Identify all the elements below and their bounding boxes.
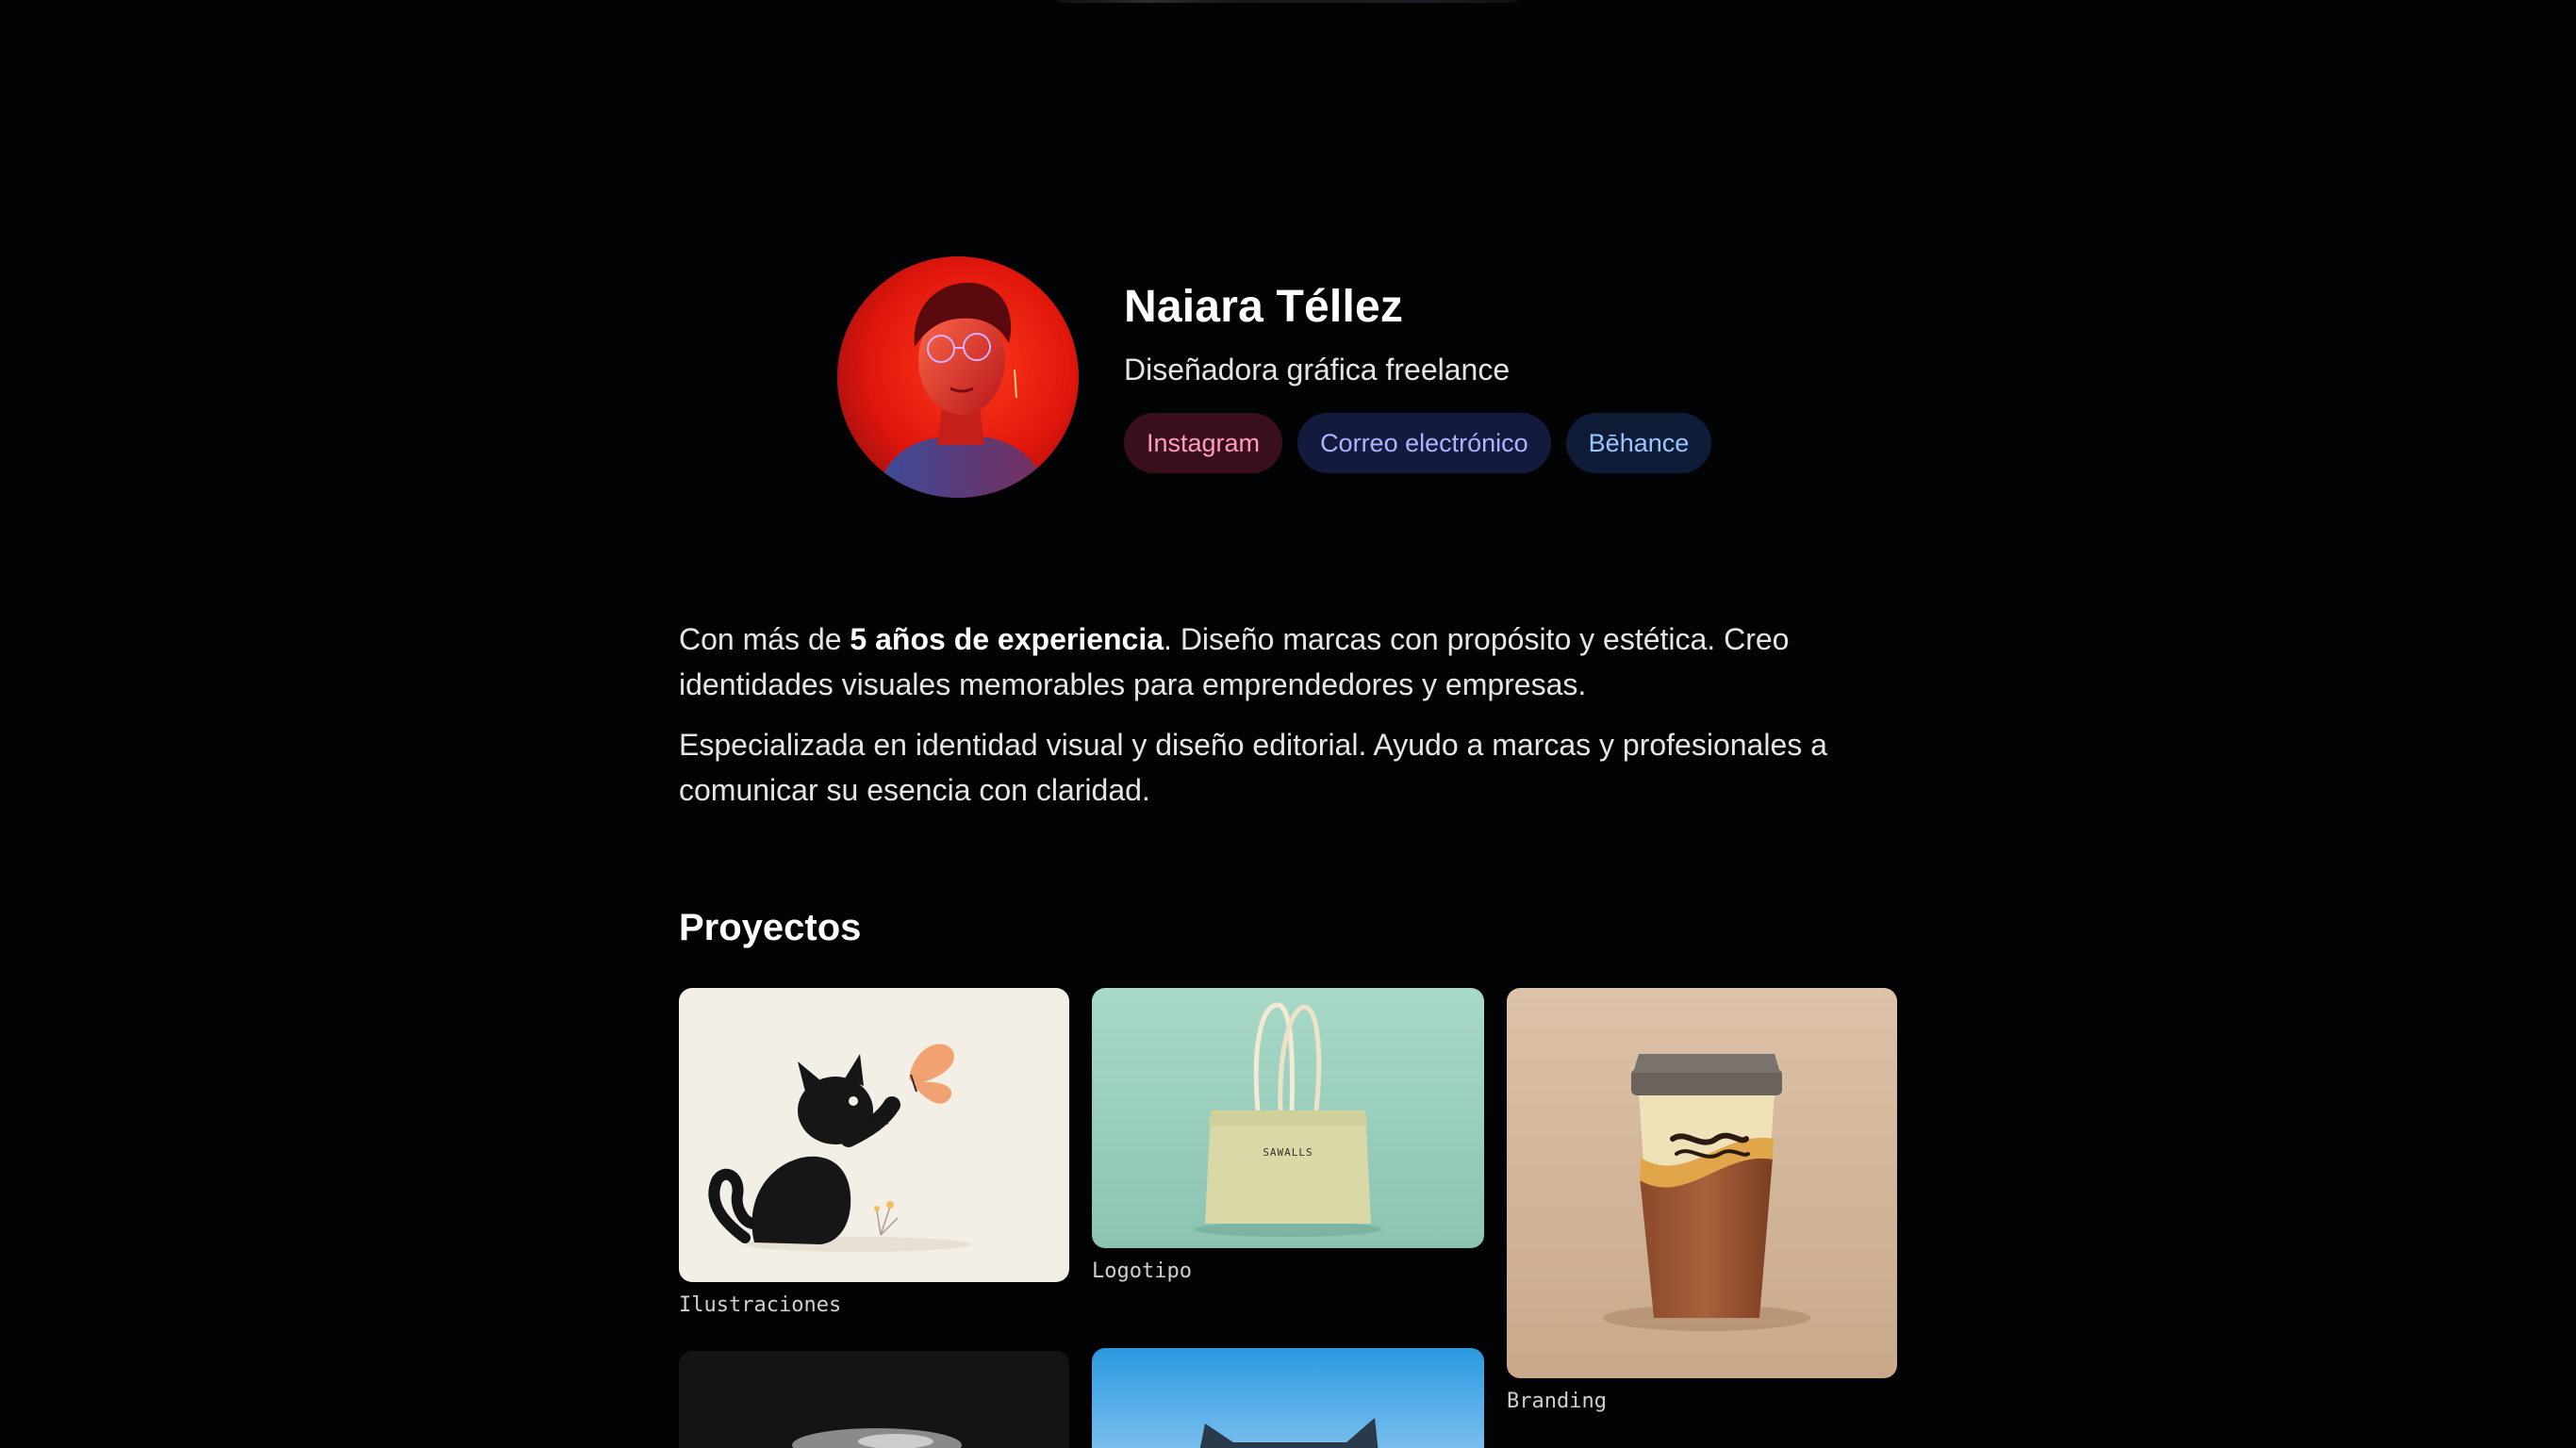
project-card-branding[interactable]: Branding [1507,988,1897,1413]
profile-name: Naiara Téllez [1124,282,1404,332]
behance-link[interactable]: Bēhance [1565,413,1712,473]
project-label-illustrations: Ilustraciones [679,1293,842,1317]
bio-paragraph-1: Con más de 5 años de experiencia. Diseño… [679,617,1905,707]
project-card-logo[interactable]: SAWALLS Logotipo [1092,988,1484,1283]
project-label-logo: Logotipo [1092,1259,1192,1283]
bio-section: Con más de 5 años de experiencia. Diseño… [679,617,1905,813]
cat-butterfly-illustration-image [679,988,1069,1282]
email-link[interactable]: Correo electrónico [1297,413,1551,473]
project-card-4[interactable] [679,1351,1069,1448]
bio-paragraph-2: Especializada en identidad visual y dise… [679,728,1827,807]
projects-heading: Proyectos [679,907,862,948]
instagram-link[interactable]: Instagram [1124,413,1283,473]
project-card-5[interactable] [1092,1348,1484,1448]
profile-role: Diseñadora gráfica freelance [1124,353,1511,387]
social-links: Instagram Correo electrónico Bēhance [1124,413,1712,473]
tote-bag-brand-text: SAWALLS [1263,1146,1313,1159]
tote-bag-mockup-image: SAWALLS [1092,988,1484,1248]
profile-avatar [837,256,1079,498]
top-scroll-indicator [1056,0,1518,3]
portfolio-page: Naiara Téllez Diseñadora gráfica freelan… [0,0,2576,1448]
project-card-illustrations[interactable]: Ilustraciones [679,988,1069,1317]
monochrome-photo-image [679,1351,1069,1448]
cat-silhouette-sky-image [1092,1348,1484,1448]
coffee-cup-mockup-image [1507,988,1897,1378]
bio-p1-start: Con más de [679,622,850,656]
project-label-branding: Branding [1507,1390,1607,1413]
bio-experience-highlight: 5 años de experiencia [850,622,1164,656]
